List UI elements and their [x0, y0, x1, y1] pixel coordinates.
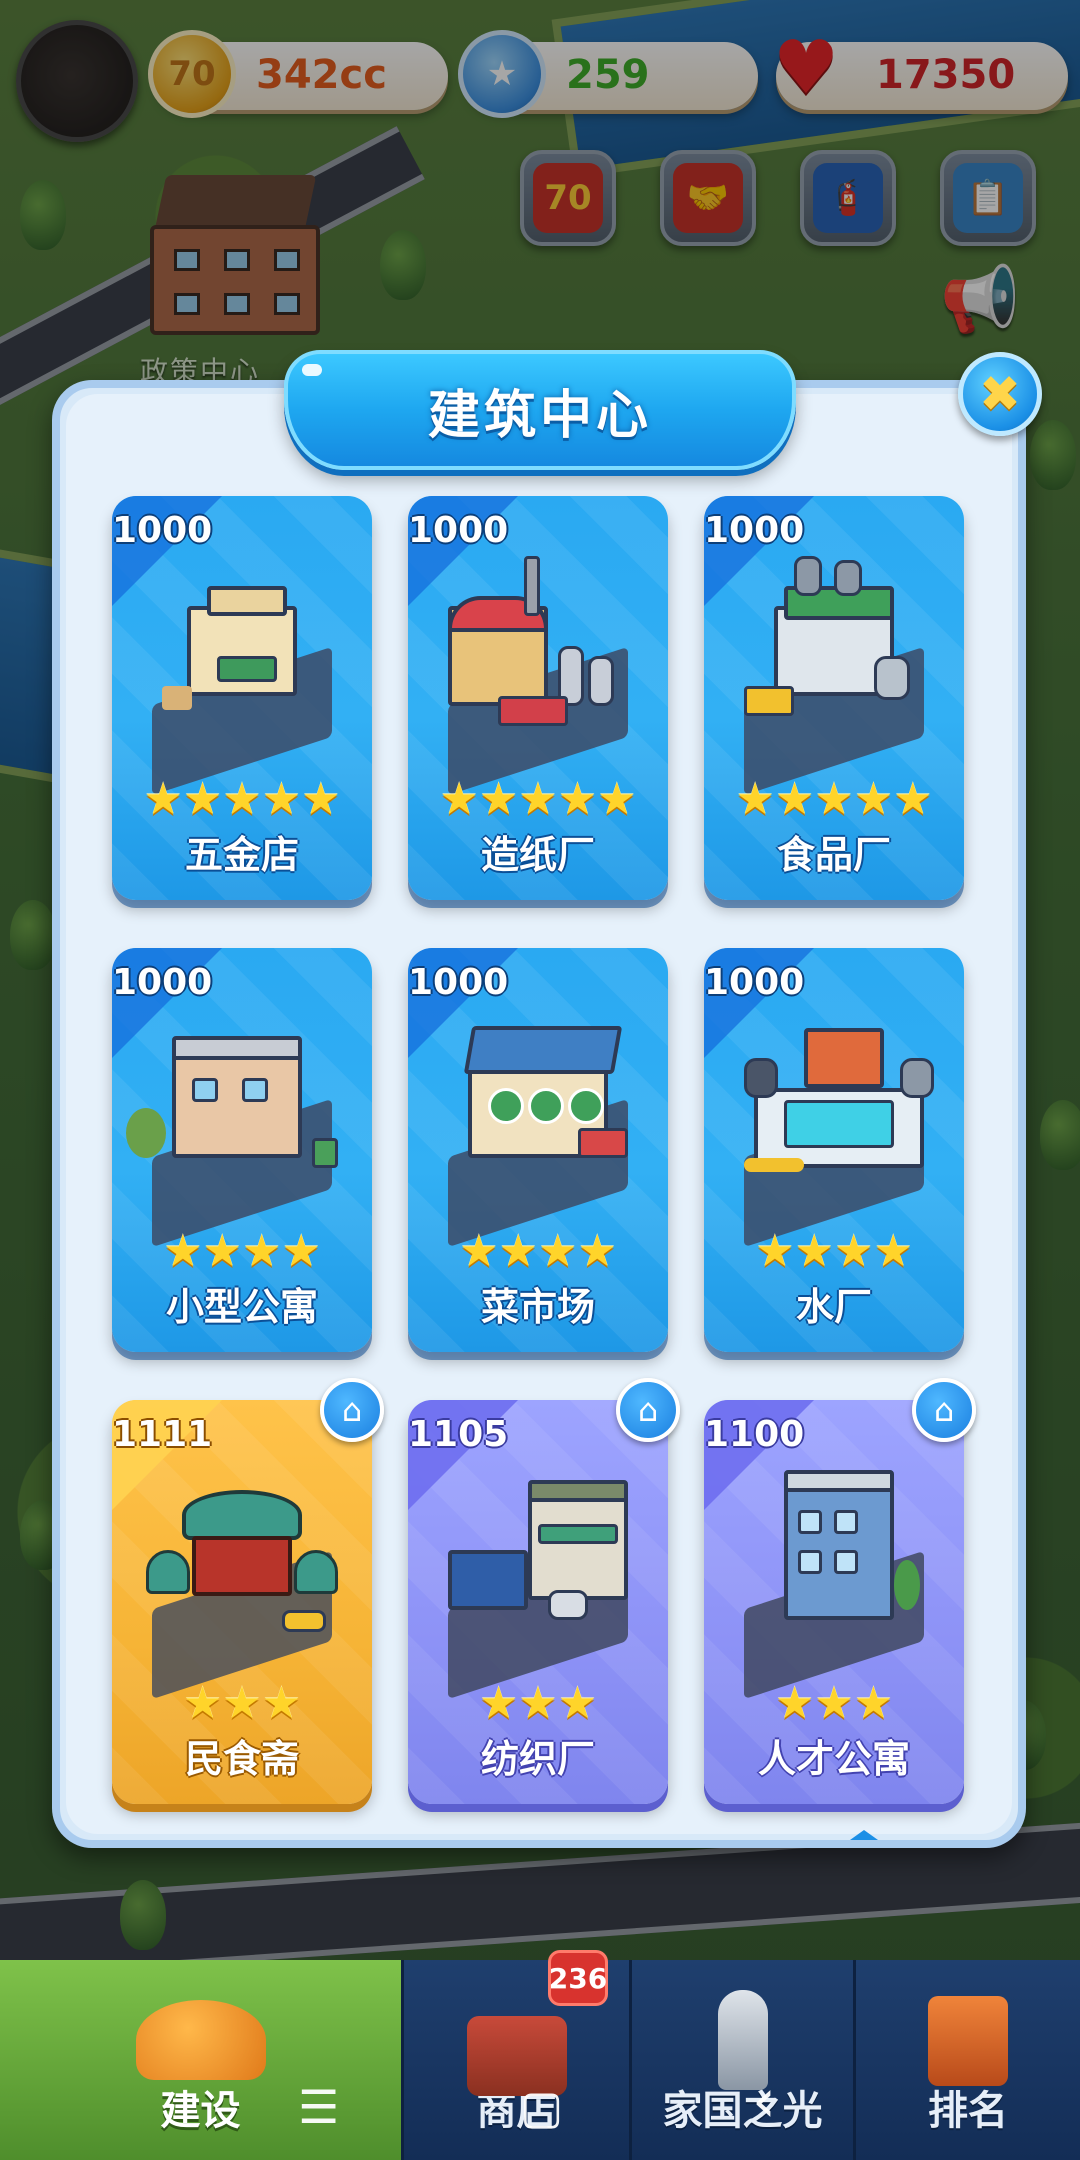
- star-rating: ★★★★: [163, 1226, 321, 1277]
- building-name: 人才公寓: [757, 1737, 910, 1781]
- home-nav-icon[interactable]: ▢: [520, 2080, 563, 2134]
- building-price: 1105: [408, 1414, 509, 1455]
- building-card-small-apartment[interactable]: 1000 ★★★★ 小型公寓: [112, 948, 372, 1352]
- building-card-paper-mill[interactable]: 1000 ★★★★★ 造纸厂: [408, 496, 668, 900]
- vegetable-market-illustration: [428, 1018, 648, 1248]
- dialog-title: 建筑中心: [427, 385, 652, 446]
- home-icon[interactable]: ⌂: [320, 1378, 384, 1442]
- small-apartment-illustration: [126, 1018, 352, 1248]
- building-card-textile-mill[interactable]: 1105 ★★★ 纺织厂: [408, 1400, 668, 1804]
- textile-mill-illustration: [428, 1470, 648, 1700]
- building-price: 1000: [408, 962, 509, 1003]
- close-button[interactable]: ✖: [958, 352, 1042, 436]
- building-name: 水厂: [795, 1285, 872, 1329]
- star-rating: ★★★: [478, 1678, 598, 1729]
- building-price: 1000: [408, 510, 509, 551]
- tab-label: 排名: [928, 2088, 1008, 2134]
- home-icon[interactable]: ⌂: [912, 1378, 976, 1442]
- building-price: 1000: [112, 962, 213, 1003]
- building-price: 1100: [704, 1414, 805, 1455]
- podium-icon: [928, 1996, 1008, 2086]
- building-card-food-factory[interactable]: 1000 ★★★★★ 食品厂: [704, 496, 964, 900]
- tab-ranking[interactable]: 排名: [856, 1960, 1080, 2160]
- building-name: 民食斋: [184, 1737, 299, 1781]
- building-price: 1000: [704, 962, 805, 1003]
- star-rating: ★★★★★: [735, 774, 933, 825]
- building-name: 五金店: [184, 833, 299, 877]
- home-icon[interactable]: ⌂: [616, 1378, 680, 1442]
- building-card-minshizhai[interactable]: 1111 ★★★ 民食斋: [112, 1400, 372, 1804]
- building-name: 小型公寓: [165, 1285, 318, 1329]
- building-price: 1111: [112, 1414, 213, 1455]
- tab-build[interactable]: 建设: [0, 1960, 404, 2160]
- menu-nav-icon[interactable]: ☰: [298, 2080, 339, 2134]
- star-rating: ★★★★: [459, 1226, 617, 1277]
- paper-mill-illustration: [428, 556, 648, 796]
- minshizhai-illustration: [132, 1470, 352, 1700]
- star-rating: ★★★★★: [439, 774, 637, 825]
- building-name: 造纸厂: [480, 833, 595, 877]
- close-icon: ✖: [979, 365, 1021, 423]
- hard-hat-icon: [135, 2000, 266, 2080]
- star-rating: ★★★★: [755, 1226, 913, 1277]
- building-name: 纺织厂: [480, 1737, 595, 1781]
- building-price: 1000: [704, 510, 805, 551]
- tab-national-glory[interactable]: 家国之光: [632, 1960, 856, 2160]
- hardware-store-illustration: [132, 566, 352, 796]
- building-card-hardware-store[interactable]: 1000 ★★★★★ 五金店: [112, 496, 372, 900]
- building-card-water-plant[interactable]: 1000 ★★★★ 水厂: [704, 948, 964, 1352]
- shop-notification-badge: 236: [548, 1950, 608, 2006]
- star-rating: ★★★★★: [143, 774, 341, 825]
- tab-label: 建设: [160, 2088, 241, 2134]
- dialog-title-banner: 建筑中心: [284, 350, 796, 470]
- building-price: 1000: [112, 510, 213, 551]
- star-rating: ★★★: [182, 1678, 302, 1729]
- building-name: 食品厂: [776, 833, 891, 877]
- talent-apartment-illustration: [724, 1470, 944, 1700]
- building-name: 菜市场: [480, 1285, 595, 1329]
- water-plant-illustration: [724, 1018, 944, 1248]
- building-card-talent-apartment[interactable]: 1100 ★★★ 人才公寓: [704, 1400, 964, 1804]
- star-rating: ★★★: [774, 1678, 894, 1729]
- scroll-indicator: [850, 1830, 878, 1840]
- food-factory-illustration: [724, 556, 944, 796]
- back-nav-icon[interactable]: ‹: [752, 2066, 776, 2136]
- building-card-vegetable-market[interactable]: 1000 ★★★★ 菜市场: [408, 948, 668, 1352]
